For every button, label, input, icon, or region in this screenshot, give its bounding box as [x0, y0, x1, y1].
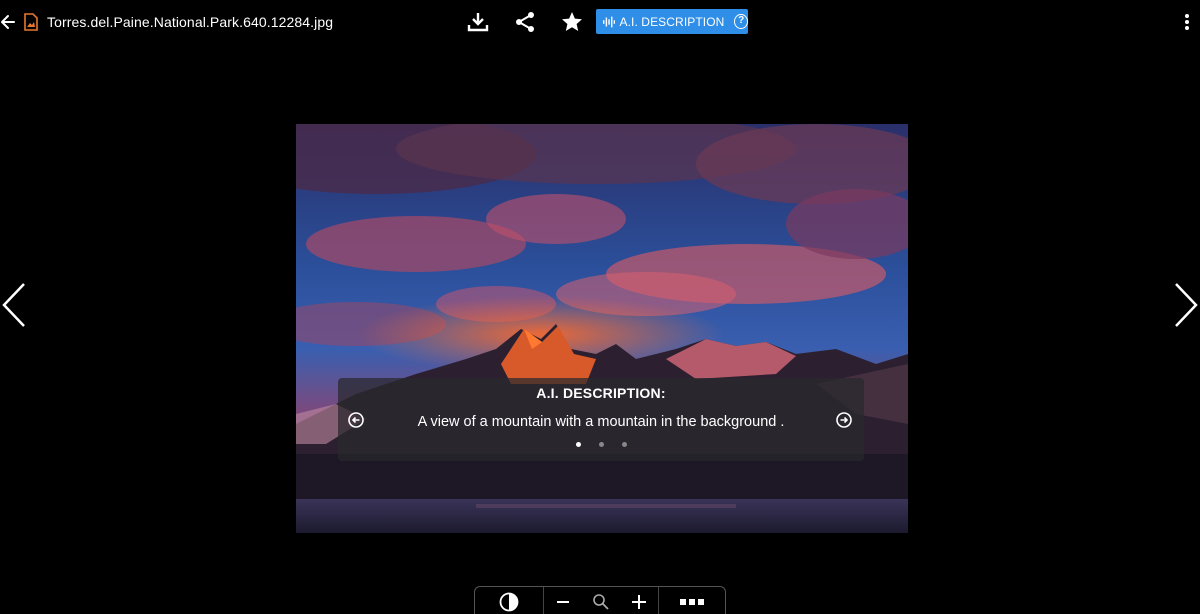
pagination-dot[interactable] [621, 442, 627, 447]
caption-pagination [338, 442, 864, 447]
zoom-out-button[interactable] [544, 587, 582, 614]
more-options-button[interactable] [1183, 13, 1191, 31]
star-icon [562, 12, 582, 31]
zoom-reset-button[interactable] [582, 587, 620, 614]
caption-title: A.I. DESCRIPTION: [536, 385, 666, 401]
more-tools-button[interactable] [659, 587, 725, 614]
favorite-button[interactable] [560, 10, 584, 34]
chevron-right-icon [1175, 283, 1198, 327]
download-icon [467, 13, 489, 32]
zoom-out-icon [557, 601, 569, 603]
share-button[interactable] [513, 10, 537, 34]
ai-description-button[interactable]: A.I. DESCRIPTION ? [596, 9, 748, 34]
back-button[interactable] [0, 12, 18, 32]
next-image-button[interactable] [1172, 282, 1200, 328]
view-toolbar [474, 586, 726, 614]
top-bar: Torres.del.Paine.National.Park.640.12284… [0, 0, 1200, 44]
ai-description-label: A.I. DESCRIPTION [619, 14, 725, 29]
share-icon [516, 12, 534, 32]
contrast-button[interactable] [475, 587, 543, 614]
caption-next-button[interactable] [836, 412, 852, 428]
arrow-left-icon [1, 15, 15, 29]
pagination-dot[interactable] [575, 442, 581, 447]
landscape-photo [296, 124, 908, 533]
pagination-dot[interactable] [598, 442, 604, 447]
download-button[interactable] [466, 10, 490, 34]
more-horizontal-icon [680, 599, 704, 605]
zoom-icon [593, 594, 609, 610]
circle-arrow-right-icon [836, 412, 852, 428]
file-name: Torres.del.Paine.National.Park.640.12284… [47, 14, 334, 30]
previous-image-button[interactable] [0, 282, 28, 328]
help-icon[interactable]: ? [734, 14, 748, 29]
more-vertical-icon [1185, 14, 1189, 30]
image-file-icon [24, 13, 38, 31]
ai-description-caption: A.I. DESCRIPTION: A view of a mountain w… [338, 378, 864, 461]
chevron-left-icon [2, 283, 25, 327]
caption-text: A view of a mountain with a mountain in … [417, 414, 785, 430]
zoom-in-button[interactable] [620, 587, 658, 614]
zoom-in-icon [632, 595, 646, 609]
contrast-icon [499, 592, 519, 612]
sound-wave-icon [603, 16, 616, 27]
